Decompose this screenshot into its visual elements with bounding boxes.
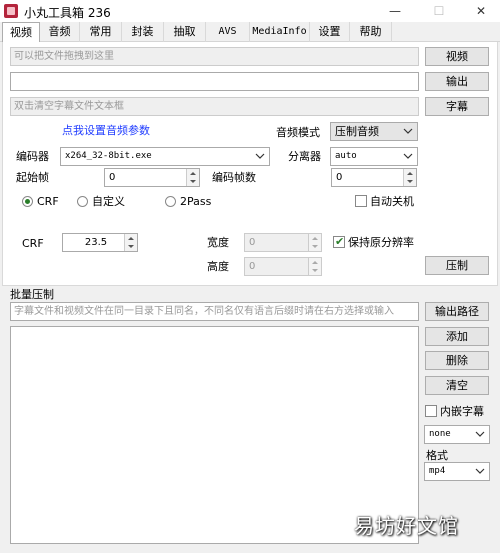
crf-label: CRF: [22, 237, 44, 250]
subtitle-lang-select[interactable]: none: [424, 425, 490, 444]
close-button[interactable]: ✕: [466, 2, 496, 20]
embed-subtitle-label: 内嵌字幕: [440, 405, 484, 418]
radio-crf[interactable]: [22, 196, 33, 207]
demuxer-select[interactable]: auto: [330, 147, 418, 166]
chevron-down-icon: [403, 128, 413, 134]
tab-bar: 视频 音频 常用 封装 抽取 AVS MediaInfo 设置 帮助: [0, 22, 500, 43]
format-value: mp4: [429, 466, 446, 476]
start-frame-value: 0: [109, 172, 116, 183]
height-input[interactable]: 0: [244, 257, 322, 276]
width-value: 0: [249, 237, 256, 248]
spinner-arrows-icon[interactable]: [124, 234, 137, 251]
video-button[interactable]: 视频: [425, 47, 489, 66]
width-label: 宽度: [207, 236, 229, 249]
chevron-down-icon: [475, 431, 485, 437]
batch-output-path-button[interactable]: 输出路径: [425, 302, 489, 321]
encode-frames-input[interactable]: 0: [331, 168, 417, 187]
keep-resolution-label: 保持原分辨率: [348, 236, 414, 249]
encoder-select[interactable]: x264_32-8bit.exe: [60, 147, 270, 166]
batch-hint-field[interactable]: 字幕文件和视频文件在同一目录下且同名，不同名仅有语言后缀时请在右方选择或输入: [10, 302, 419, 321]
chevron-down-icon: [255, 153, 265, 159]
audio-mode-label: 音频模式: [276, 126, 320, 139]
spinner-arrows-icon[interactable]: [308, 234, 321, 251]
check-icon: ✔: [335, 235, 345, 248]
format-label: 格式: [426, 449, 448, 462]
spinner-arrows-icon[interactable]: [186, 169, 199, 186]
tab-extract[interactable]: 抽取: [164, 22, 206, 42]
output-button[interactable]: 输出: [425, 72, 489, 91]
encode-button[interactable]: 压制: [425, 256, 489, 275]
audio-mode-value: 压制音频: [335, 125, 379, 138]
output-field[interactable]: [10, 72, 419, 91]
keep-resolution-checkbox[interactable]: ✔: [333, 235, 345, 248]
batch-delete-button[interactable]: 删除: [425, 351, 489, 370]
maximize-button[interactable]: ☐: [424, 2, 454, 20]
embed-subtitle-checkbox[interactable]: [425, 405, 437, 417]
radio-crf-label: CRF: [37, 195, 59, 208]
watermark: 易坊好文馆: [354, 514, 459, 538]
start-frame-input[interactable]: 0: [104, 168, 200, 187]
format-select[interactable]: mp4: [424, 462, 490, 481]
batch-clear-button[interactable]: 清空: [425, 376, 489, 395]
demuxer-label: 分离器: [288, 150, 321, 163]
tab-common[interactable]: 常用: [80, 22, 122, 42]
chevron-down-icon: [403, 153, 413, 159]
height-value: 0: [249, 261, 256, 272]
chevron-down-icon: [475, 468, 485, 474]
tab-video[interactable]: 视频: [2, 22, 40, 43]
audio-settings-link[interactable]: 点我设置音频参数: [62, 124, 150, 138]
encode-frames-value: 0: [336, 172, 343, 183]
crf-value: 23.5: [84, 237, 108, 248]
radio-2pass[interactable]: [165, 196, 176, 207]
tab-mux[interactable]: 封装: [122, 22, 164, 42]
audio-mode-select[interactable]: 压制音频: [330, 122, 418, 141]
subtitle-button[interactable]: 字幕: [425, 97, 489, 116]
demuxer-value: auto: [335, 151, 357, 161]
radio-2pass-label: 2Pass: [180, 195, 212, 208]
app-icon: [4, 4, 18, 18]
tab-audio[interactable]: 音频: [40, 22, 80, 42]
subtitle-field[interactable]: 双击清空字幕文件文本框: [10, 97, 419, 116]
spinner-arrows-icon[interactable]: [403, 169, 416, 186]
crf-input[interactable]: 23.5: [62, 233, 138, 252]
video-file-field[interactable]: 可以把文件拖拽到这里: [10, 47, 419, 66]
tab-help[interactable]: 帮助: [350, 22, 392, 42]
tab-avs[interactable]: AVS: [206, 22, 250, 42]
auto-shutdown-label: 自动关机: [370, 195, 414, 208]
radio-custom-label: 自定义: [92, 195, 125, 208]
encoder-value: x264_32-8bit.exe: [65, 151, 152, 161]
minimize-button[interactable]: —: [380, 2, 410, 20]
width-input[interactable]: 0: [244, 233, 322, 252]
subtitle-lang-value: none: [429, 429, 451, 439]
height-label: 高度: [207, 260, 229, 273]
start-frame-label: 起始帧: [16, 171, 49, 184]
batch-add-button[interactable]: 添加: [425, 327, 489, 346]
batch-title: 批量压制: [10, 288, 54, 301]
tab-settings[interactable]: 设置: [310, 22, 350, 42]
encode-frames-label: 编码帧数: [212, 171, 256, 184]
spinner-arrows-icon[interactable]: [308, 258, 321, 275]
radio-custom[interactable]: [77, 196, 88, 207]
window-title: 小丸工具箱 236: [24, 6, 111, 20]
encoder-label: 编码器: [16, 150, 49, 163]
tab-mediainfo[interactable]: MediaInfo: [250, 22, 310, 42]
auto-shutdown-checkbox[interactable]: [355, 195, 367, 207]
